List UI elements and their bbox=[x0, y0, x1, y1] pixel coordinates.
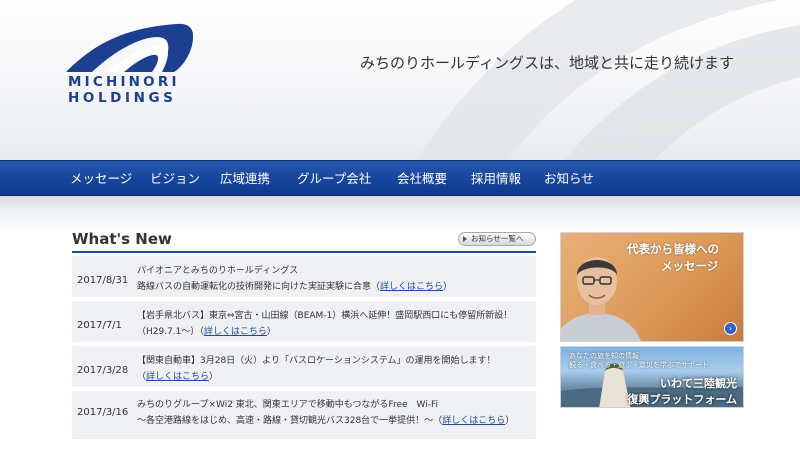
news-date: 2017/7/1 bbox=[77, 320, 122, 331]
nav-item-vision[interactable]: ビジョン bbox=[150, 161, 200, 197]
nav-item-company-profile[interactable]: 会社概要 bbox=[397, 161, 447, 197]
news-detail-link[interactable]: 詳しくはこちら bbox=[146, 372, 209, 382]
iwate-sanriku-banner[interactable]: あなたの旅を知の情報 観る・食べる・遊ぶ・震災を学ぶでサポート いわて三陸観光 … bbox=[560, 346, 744, 408]
site-header: MICHINORI HOLDINGS みちのりホールディングスは、地域と共に走り… bbox=[0, 0, 800, 160]
nav-item-news[interactable]: お知らせ bbox=[544, 161, 594, 197]
news-date: 2017/3/16 bbox=[77, 407, 129, 418]
iwate-banner-title1: いわて三陸観光 bbox=[660, 377, 737, 390]
nav-shadow-band bbox=[0, 196, 800, 234]
president-message-title: 代表から皆様への bbox=[627, 242, 719, 256]
news-line1: みちのりグループ×Wi2 東北、関東エリアで移動中もつながるFree Wi-Fi bbox=[137, 400, 439, 410]
arrow-right-icon bbox=[463, 236, 467, 242]
whats-new-divider bbox=[72, 251, 536, 253]
iwate-banner-title2: 復興プラットフォーム bbox=[627, 393, 737, 406]
logo-text-line1: MICHINORI bbox=[68, 74, 180, 90]
news-line2: （H29.7.1〜）（詳しくはこちら） bbox=[137, 327, 276, 337]
news-text: 【関東自動車】3月28日（火）より「バスロケーションシステム」の運用を開始します… bbox=[137, 353, 532, 385]
nav-item-regional-alliance[interactable]: 広域連携 bbox=[220, 161, 270, 197]
news-line1: 【岩手県北バス】東京⇔宮古・山田線（BEAM-1）横浜へ延伸！盛岡駅西口にも停留… bbox=[137, 311, 513, 321]
news-list: 2017/8/31 パイオニアとみちのりホールディングス 路線バスの自動運転化の… bbox=[72, 256, 536, 443]
news-row: 2017/8/31 パイオニアとみちのりホールディングス 路線バスの自動運転化の… bbox=[72, 256, 536, 301]
header-swoosh-decoration bbox=[416, 0, 800, 160]
president-message-subtitle: メッセージ bbox=[661, 259, 719, 273]
news-text: パイオニアとみちのりホールディングス 路線バスの自動運転化の技術開発に向けた実証… bbox=[137, 263, 532, 295]
header-tagline: みちのりホールディングスは、地域と共に走り続けます bbox=[360, 54, 734, 72]
site-logo[interactable]: MICHINORI HOLDINGS bbox=[66, 22, 194, 108]
news-list-button[interactable]: お知らせ一覧へ bbox=[458, 232, 536, 246]
nav-item-message[interactable]: メッセージ bbox=[70, 161, 132, 197]
news-date: 2017/8/31 bbox=[77, 275, 129, 286]
news-row: 2017/3/28 【関東自動車】3月28日（火）より「バスロケーションシステム… bbox=[72, 346, 536, 391]
president-message-banner[interactable]: 代表から皆様への メッセージ › bbox=[560, 232, 744, 342]
news-detail-link[interactable]: 詳しくはこちら bbox=[204, 327, 267, 337]
main-navigation: メッセージ ビジョン 広域連携 グループ会社 会社概要 採用情報 お知らせ bbox=[0, 160, 800, 196]
news-line1: 【関東自動車】3月28日（火）より「バスロケーションシステム」の運用を開始します… bbox=[137, 356, 496, 366]
logo-road-mark-icon bbox=[66, 23, 194, 72]
iwate-banner-caption2: 観る・食べる・遊ぶ・震災を学ぶでサポート bbox=[569, 361, 709, 369]
news-line1: パイオニアとみちのりホールディングス bbox=[137, 266, 299, 276]
news-line2: （詳しくはこちら） bbox=[137, 372, 219, 382]
news-text: 【岩手県北バス】東京⇔宮古・山田線（BEAM-1）横浜へ延伸！盛岡駅西口にも停留… bbox=[137, 308, 532, 340]
news-text: みちのりグループ×Wi2 東北、関東エリアで移動中もつながるFree Wi-Fi… bbox=[137, 397, 532, 429]
news-detail-link[interactable]: 詳しくはこちら bbox=[442, 416, 505, 426]
whats-new-heading: What's New bbox=[72, 230, 172, 248]
logo-text-line2: HOLDINGS bbox=[68, 90, 177, 106]
nav-item-group-companies[interactable]: グループ会社 bbox=[297, 161, 371, 197]
news-row: 2017/3/16 みちのりグループ×Wi2 東北、関東エリアで移動中もつながる… bbox=[72, 391, 536, 443]
arrow-right-icon: › bbox=[724, 322, 737, 335]
news-line2: 路線バスの自動運転化の技術開発に向けた実証実験に合意（詳しくはこちら） bbox=[137, 282, 453, 292]
news-row: 2017/7/1 【岩手県北バス】東京⇔宮古・山田線（BEAM-1）横浜へ延伸！… bbox=[72, 301, 536, 346]
news-date: 2017/3/28 bbox=[77, 365, 129, 376]
news-line2: 〜各空港路線をはじめ、高速・路線・貸切観光バス328台で一挙提供！〜（詳しくはこ… bbox=[137, 416, 515, 426]
news-list-button-label: お知らせ一覧へ bbox=[471, 234, 524, 243]
nav-item-recruitment[interactable]: 採用情報 bbox=[471, 161, 521, 197]
news-detail-link[interactable]: 詳しくはこちら bbox=[380, 282, 443, 292]
